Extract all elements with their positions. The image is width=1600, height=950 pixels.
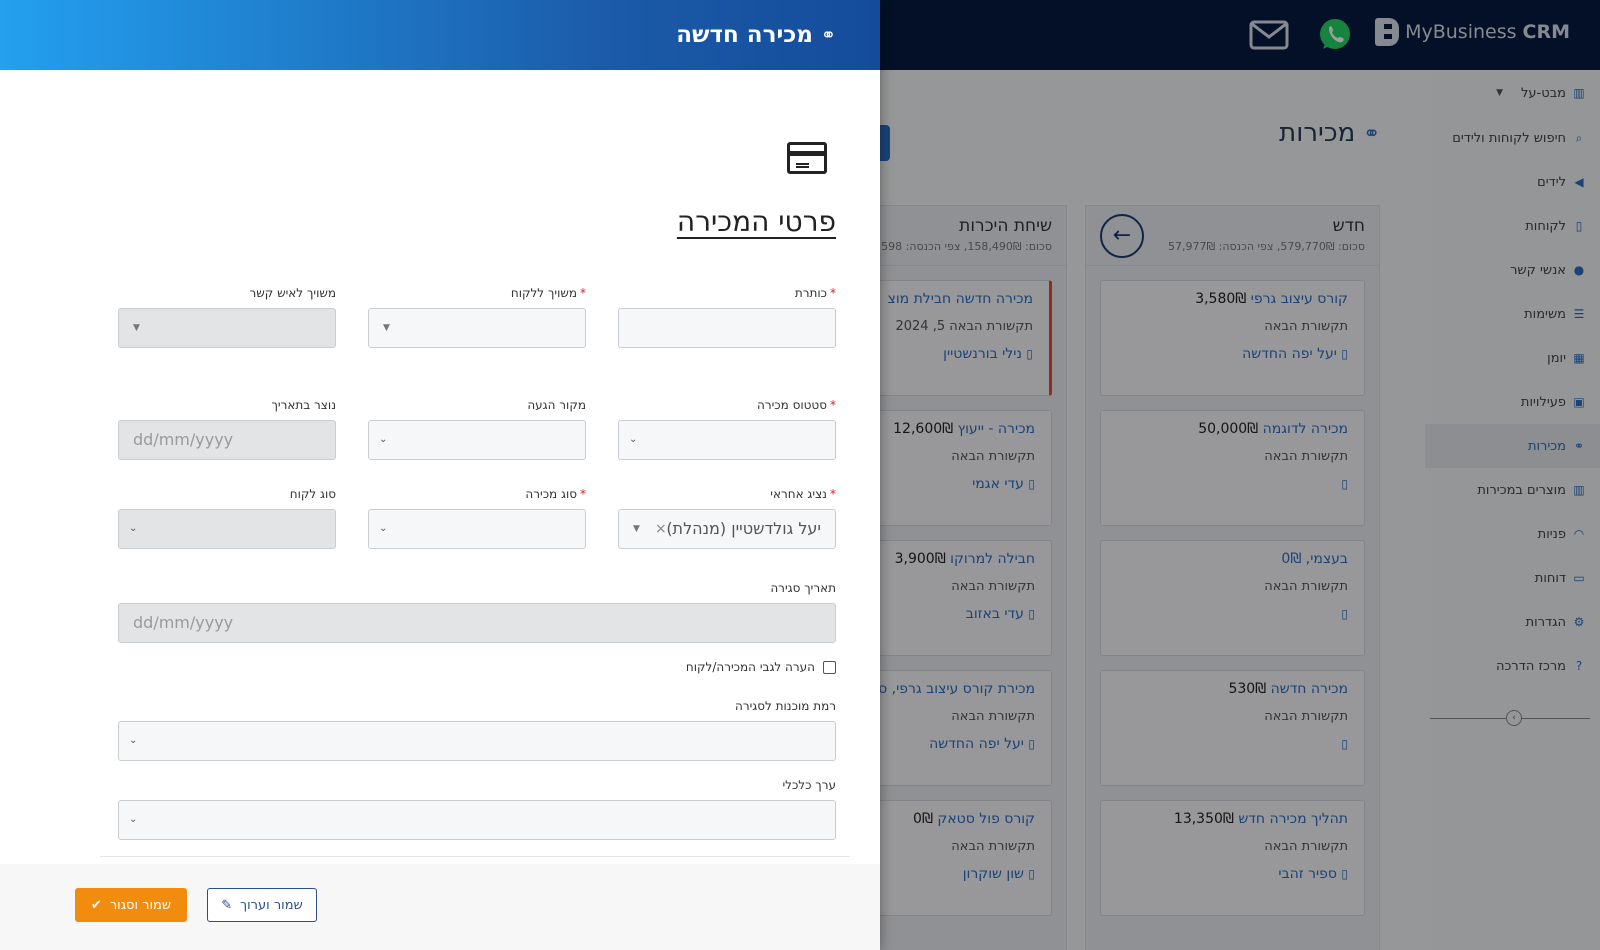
contact-field: משויך לאיש קשר ▼ (118, 286, 336, 348)
pencil-icon: ✎ (221, 897, 233, 913)
source-select[interactable]: ⌄ (368, 420, 586, 460)
chevron-down-icon: ⌄ (379, 434, 388, 445)
section-title: פרטי המכירה (676, 205, 836, 238)
field-label: משויך לאיש קשר (249, 286, 337, 300)
rep-field: *נציג אחראי יעל גולדשטיין (מנהלת) × ▼ (618, 487, 836, 549)
rep-select[interactable]: יעל גולדשטיין (מנהלת) × ▼ (618, 509, 836, 549)
required-marker: * (830, 487, 836, 501)
chevron-down-icon: ⌄ (129, 735, 138, 746)
created-date-field: נוצר בתאריך dd/mm/yyyy (118, 398, 336, 460)
required-marker: * (830, 398, 836, 412)
field-label: סטטוס מכירה (756, 398, 827, 412)
field-label: כותרת (794, 286, 827, 300)
field-label: נוצר בתאריך (271, 398, 336, 412)
save-and-close-label: שמור וסגור (109, 897, 172, 913)
title-field: *כותרת (618, 286, 836, 348)
status-select[interactable]: ⌄ (618, 420, 836, 460)
field-label: תאריך סגירה (770, 581, 836, 595)
readiness-select[interactable]: ⌄ (118, 721, 836, 761)
rep-selected-value: יעל גולדשטיין (מנהלת) (666, 519, 821, 538)
required-marker: * (830, 286, 836, 300)
sale-type-select[interactable]: ⌄ (368, 509, 586, 549)
customer-select[interactable]: ▼ (368, 308, 586, 348)
note-checkbox[interactable] (823, 660, 836, 674)
footer-divider (100, 856, 850, 857)
chevron-down-icon: ▼ (633, 524, 640, 534)
title-input[interactable] (618, 308, 836, 348)
customer-type-select[interactable]: ⌄ (118, 509, 336, 549)
save-and-edit-button[interactable]: שמור וערוך ✎ (207, 888, 317, 922)
required-marker: * (580, 286, 586, 300)
modal-footer: שמור וערוך ✎ שמור וסגור ✔ (0, 864, 880, 950)
required-marker: * (580, 487, 586, 501)
note-checkbox-row[interactable]: הערה לגבי המכירה/לקוח (686, 660, 836, 674)
note-checkbox-label: הערה לגבי המכירה/לקוח (685, 660, 815, 674)
chevron-down-icon: ▼ (383, 323, 390, 333)
field-label: רמת מוכנות לסגירה (734, 699, 836, 713)
value-field: ערך כלכלי ⌄ (118, 778, 836, 840)
status-field: *סטטוס מכירה ⌄ (618, 398, 836, 460)
source-field: מקור הגעה ⌄ (368, 398, 586, 460)
value-select[interactable]: ⌄ (118, 800, 836, 840)
field-label: ערך כלכלי (782, 778, 836, 792)
close-date-input[interactable]: dd/mm/yyyy (118, 603, 836, 643)
modal-header: ⚭ מכירה חדשה (0, 0, 880, 70)
chevron-down-icon: ⌄ (129, 814, 138, 825)
field-label: נציג אחראי (770, 487, 827, 501)
created-date-input[interactable]: dd/mm/yyyy (118, 420, 336, 460)
contact-select[interactable]: ▼ (118, 308, 336, 348)
check-icon: ✔ (90, 897, 102, 913)
handshake-icon: ⚭ (820, 24, 836, 46)
chevron-down-icon: ⌄ (629, 434, 638, 445)
customer-type-field: סוג לקוח ⌄ (118, 487, 336, 549)
field-label: מקור הגעה (527, 398, 586, 412)
readiness-field: רמת מוכנות לסגירה ⌄ (118, 699, 836, 761)
field-label: סוג לקוח (289, 487, 336, 501)
close-date-field: תאריך סגירה dd/mm/yyyy (118, 581, 836, 643)
sale-type-field: *סוג מכירה ⌄ (368, 487, 586, 549)
chevron-down-icon: ⌄ (379, 523, 388, 534)
save-and-close-button[interactable]: שמור וסגור ✔ (75, 888, 187, 922)
new-sale-modal: ⚭ מכירה חדשה פרטי המכירה *כותרת *משויך ל… (0, 0, 880, 950)
clear-icon[interactable]: × (655, 510, 667, 548)
field-label: משויך ללקוח (510, 286, 577, 300)
credit-card-icon (787, 142, 827, 174)
save-and-edit-label: שמור וערוך (240, 897, 303, 913)
modal-title: מכירה חדשה (676, 22, 813, 48)
chevron-down-icon: ⌄ (129, 523, 138, 534)
customer-field: *משויך ללקוח ▼ (368, 286, 586, 348)
chevron-down-icon: ▼ (133, 323, 140, 333)
field-label: סוג מכירה (525, 487, 577, 501)
